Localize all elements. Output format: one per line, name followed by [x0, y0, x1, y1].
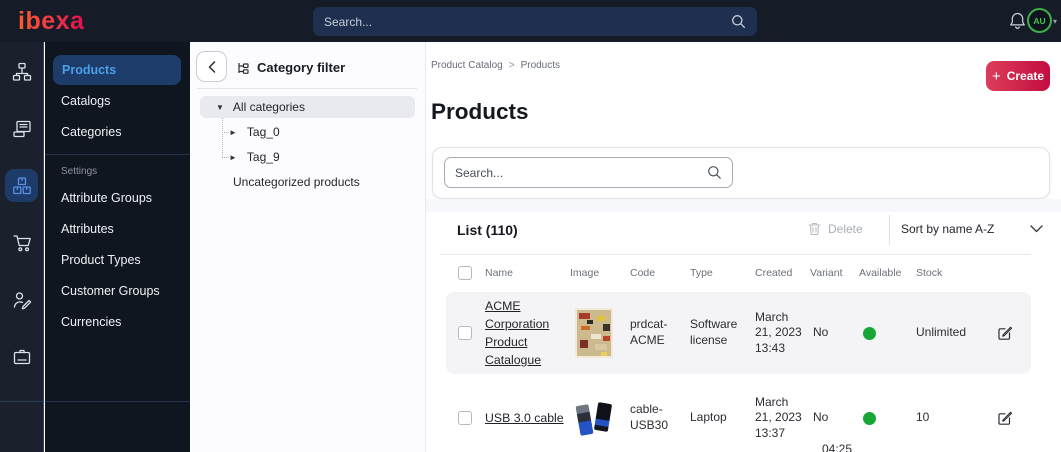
- sidebar-item-currencies[interactable]: Currencies: [45, 306, 190, 337]
- tree-connector: [222, 157, 231, 158]
- edit-button[interactable]: [997, 325, 1031, 341]
- list-header: List (110) Delete Sort by name A-Z: [426, 212, 1061, 254]
- edit-button[interactable]: [997, 410, 1031, 426]
- icon-rail: [0, 42, 44, 452]
- top-bar: ibexa AU ▾: [0, 0, 1061, 42]
- breadcrumb-product-catalog[interactable]: Product Catalog: [431, 60, 503, 71]
- category-tree: ▼ All categories ► Tag_0 ► Tag_9 Uncateg…: [190, 96, 425, 193]
- col-code: Code: [630, 267, 656, 279]
- page-title: Products: [431, 99, 529, 124]
- sort-dropdown[interactable]: Sort by name A-Z: [901, 222, 1051, 236]
- chevron-left-icon: [208, 60, 215, 73]
- section-gap: [426, 199, 1061, 212]
- delete-button[interactable]: Delete: [808, 222, 863, 236]
- product-code: prdcat-ACME: [630, 317, 668, 347]
- user-avatar[interactable]: AU: [1027, 8, 1052, 33]
- clipped-next-row-time: 04:25: [822, 442, 853, 452]
- row-checkbox[interactable]: [458, 326, 472, 340]
- tree-item-uncategorized[interactable]: Uncategorized products: [190, 171, 425, 193]
- table-row[interactable]: ACME Corporation Product Catalogue prdca…: [446, 292, 1031, 374]
- sidebar-nav: Products Catalogs Categories Settings At…: [45, 42, 190, 452]
- breadcrumb-products: Products: [520, 60, 561, 71]
- tree-connector: [222, 132, 231, 133]
- pages-icon[interactable]: [5, 112, 38, 145]
- available-status-dot: [863, 411, 876, 425]
- sidebar-section-settings: Settings: [61, 165, 98, 177]
- product-variant: No: [813, 325, 829, 340]
- edit-icon: [998, 411, 1013, 425]
- global-search[interactable]: [313, 7, 757, 36]
- cart-icon[interactable]: [5, 226, 38, 259]
- sidebar-item-attribute-groups[interactable]: Attribute Groups: [45, 182, 190, 213]
- available-status-dot: [863, 326, 876, 340]
- sidebar-item-product-types[interactable]: Product Types: [45, 244, 190, 275]
- tree-item-all-categories[interactable]: ▼ All categories: [200, 96, 415, 118]
- table-row[interactable]: USB 3.0 cable cable-USB30 Laptop March 2…: [446, 376, 1031, 452]
- create-button[interactable]: + Create: [986, 61, 1050, 91]
- table-header-row: Name Image Code Type Created Variant Ava…: [446, 255, 1031, 291]
- edit-icon: [998, 326, 1013, 340]
- sidebar-item-categories[interactable]: Categories: [45, 116, 190, 147]
- sidebar-item-catalogs[interactable]: Catalogs: [45, 85, 190, 116]
- chevron-down-icon: [1030, 225, 1043, 233]
- toolbar-divider: [889, 215, 890, 245]
- sidebar-divider: [45, 154, 190, 155]
- product-name-link[interactable]: USB 3.0 cable: [485, 411, 564, 425]
- list-title: List (110): [457, 222, 518, 238]
- content-tree-icon[interactable]: [5, 55, 38, 88]
- badge-icon[interactable]: [5, 340, 38, 373]
- collapse-panel-button[interactable]: [196, 51, 227, 82]
- product-name-link[interactable]: ACME Corporation Product Catalogue: [485, 299, 549, 367]
- customers-icon[interactable]: [5, 283, 38, 316]
- category-filter-title: Category filter: [236, 60, 345, 75]
- product-thumbnail: [575, 308, 613, 358]
- select-all-checkbox[interactable]: [458, 266, 472, 280]
- col-created: Created: [755, 267, 793, 279]
- breadcrumb: Product Catalog > Products: [431, 60, 560, 71]
- global-search-input[interactable]: [324, 14, 731, 29]
- search-icon: [732, 15, 746, 29]
- sidebar-item-customer-groups[interactable]: Customer Groups: [45, 275, 190, 306]
- product-search-input[interactable]: [455, 165, 707, 180]
- col-variant: Variant: [810, 267, 843, 279]
- notifications-bell-icon[interactable]: [1008, 11, 1027, 31]
- sidebar-item-attributes[interactable]: Attributes: [45, 213, 190, 244]
- table-body: ACME Corporation Product Catalogue prdca…: [446, 292, 1031, 452]
- product-type: Software license: [690, 317, 738, 347]
- product-created: March 21, 2023 13:37: [755, 394, 802, 440]
- product-search-field[interactable]: [444, 157, 733, 188]
- category-tree-icon: [238, 62, 249, 74]
- col-image: Image: [570, 267, 600, 279]
- product-code: cable-USB30: [630, 402, 669, 432]
- product-stock: 10: [916, 410, 930, 425]
- plus-icon: +: [991, 67, 1001, 85]
- product-thumbnail: [570, 389, 616, 447]
- tree-connector: [222, 118, 223, 157]
- sidebar-item-products[interactable]: Products: [53, 55, 181, 85]
- sidebar-footer-divider: [0, 401, 190, 402]
- ibexa-logo: ibexa: [18, 7, 85, 35]
- product-created: March 21, 2023 13:43: [755, 309, 802, 355]
- product-catalog-icon[interactable]: [5, 169, 38, 202]
- col-stock: Stock: [916, 267, 943, 279]
- product-stock: Unlimited: [916, 325, 967, 340]
- user-menu-caret-icon[interactable]: ▾: [1053, 17, 1057, 26]
- panel-divider: [197, 88, 417, 89]
- main-content: Product Catalog > Products + Create Prod…: [426, 42, 1061, 452]
- breadcrumb-separator: >: [508, 60, 515, 71]
- search-card: [432, 147, 1050, 199]
- product-variant: No: [813, 410, 829, 425]
- search-icon: [708, 166, 721, 179]
- category-filter-panel: Category filter ▼ All categories ► Tag_0…: [190, 42, 426, 452]
- trash-icon: [808, 222, 821, 236]
- col-type: Type: [690, 267, 713, 279]
- row-checkbox[interactable]: [458, 411, 472, 425]
- col-name: Name: [485, 267, 514, 279]
- product-type: Laptop: [690, 410, 727, 425]
- col-available: Available: [859, 267, 902, 279]
- caret-down-icon[interactable]: ▼: [216, 103, 224, 112]
